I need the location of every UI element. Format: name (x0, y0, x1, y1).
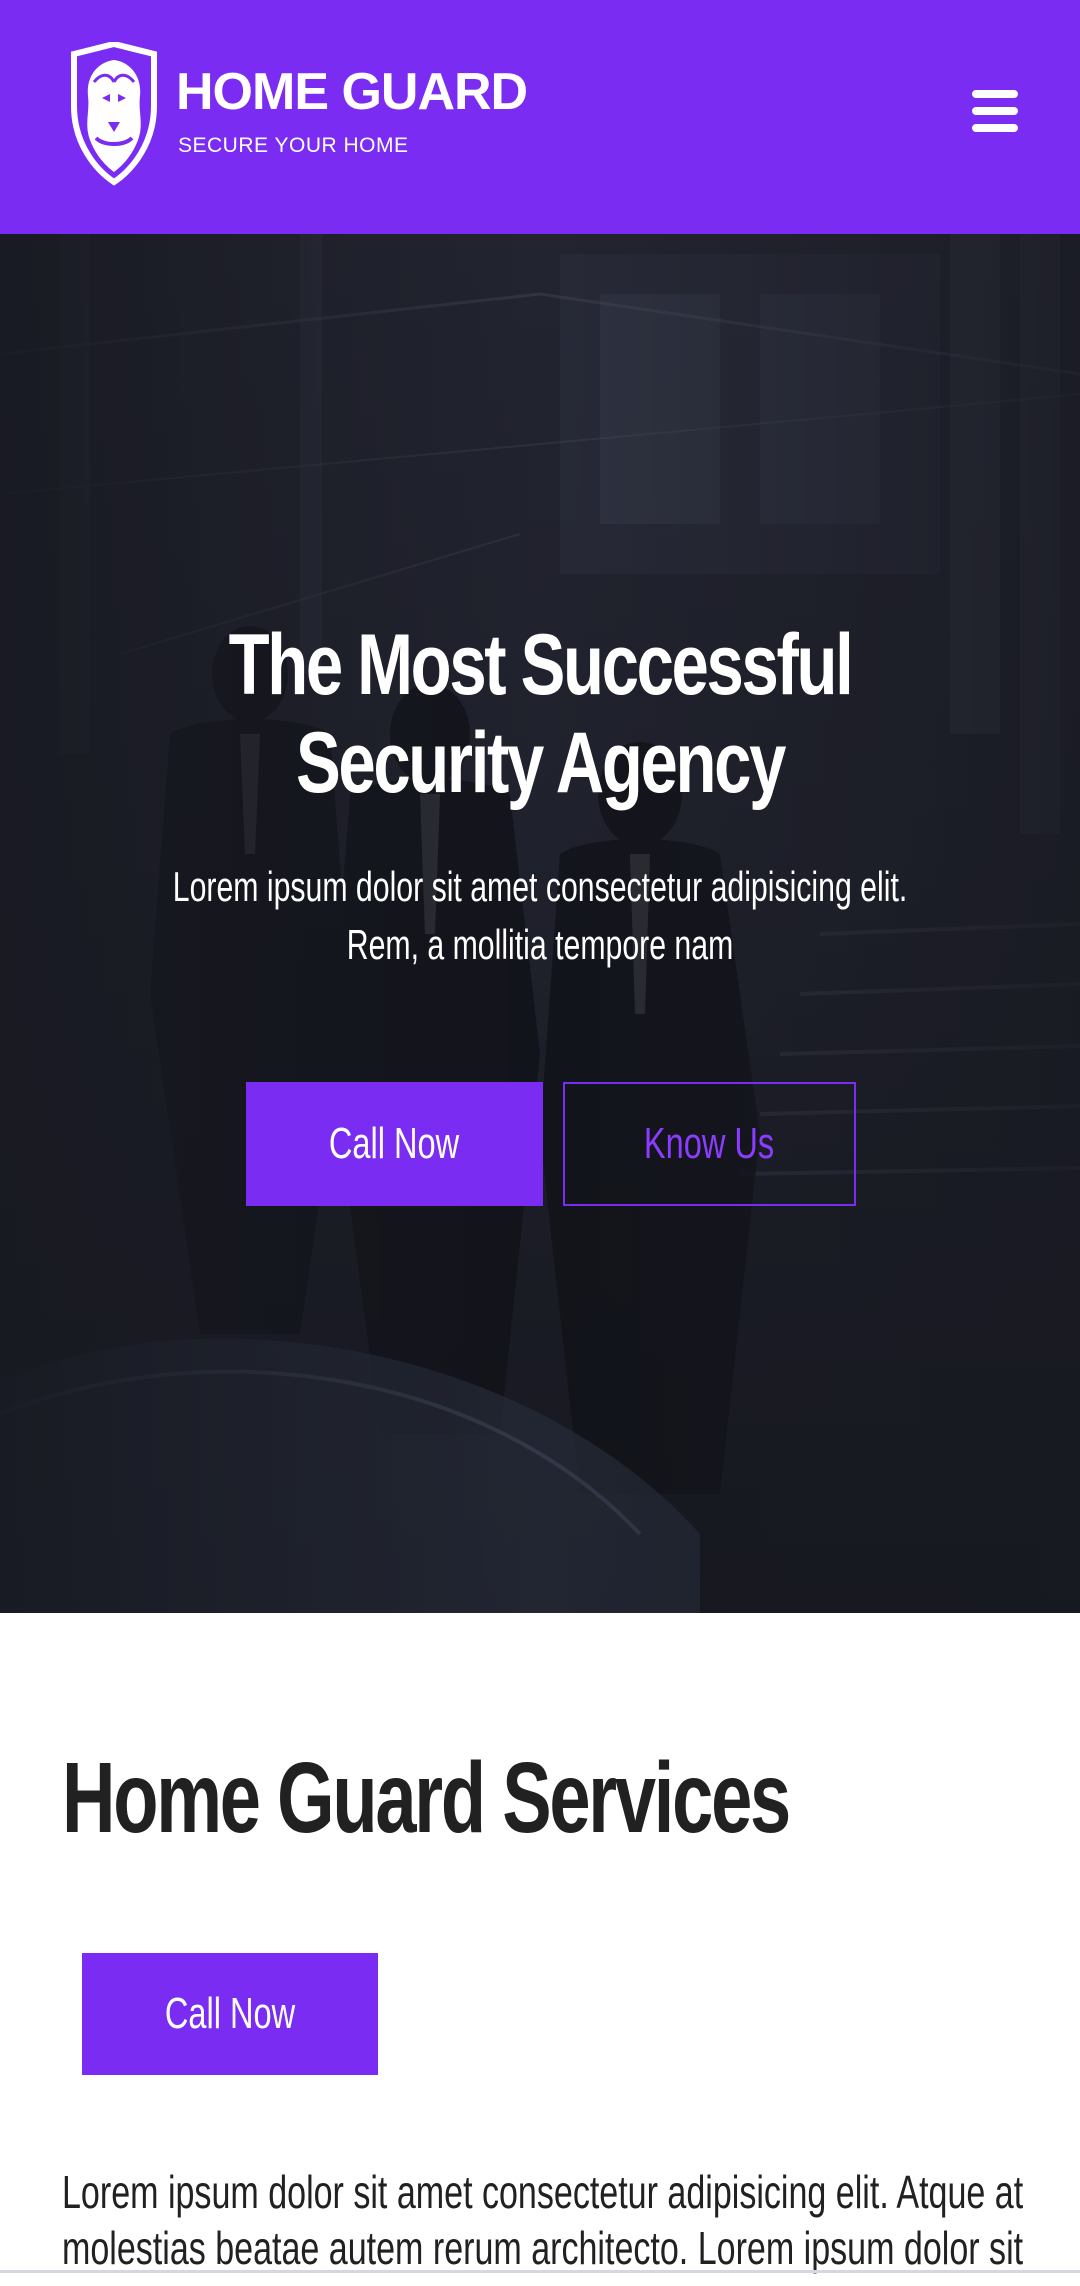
call-now-label: Call Now (329, 1119, 460, 1168)
services-call-now-label: Call Now (164, 1989, 296, 2038)
services-title: Home Guard Services (62, 1742, 791, 1854)
brand-tagline: SECURE YOUR HOME (178, 134, 409, 157)
know-us-button[interactable]: Know Us (563, 1082, 856, 1206)
lion-shield-icon[interactable] (64, 42, 164, 186)
site-header: HOME GUARD SECURE YOUR HOME (0, 0, 1080, 234)
hero-section: The Most Successful Security Agency Lore… (0, 234, 1080, 1613)
know-us-label: Know Us (644, 1119, 775, 1168)
brand-name: HOME GUARD (176, 63, 528, 121)
hero-subtitle: Lorem ipsum dolor sit amet consectetur a… (172, 863, 908, 968)
hamburger-menu-icon[interactable] (968, 86, 1024, 136)
bottom-divider (0, 2270, 1080, 2273)
hero-title: The Most Successful Security Agency (228, 617, 854, 811)
services-description: Lorem ipsum dolor sit amet consectetur a… (62, 2166, 1024, 2274)
call-now-button[interactable]: Call Now (246, 1082, 543, 1206)
services-call-now-button[interactable]: Call Now (82, 1953, 378, 2075)
